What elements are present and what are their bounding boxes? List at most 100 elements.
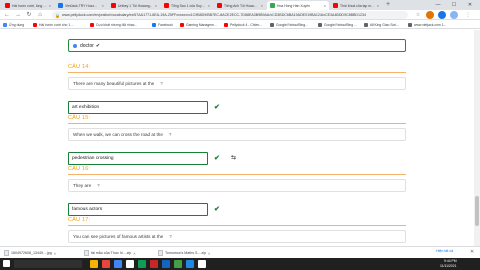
youtube-icon — [333, 3, 338, 8]
bookmark-item[interactable]: www.vietjack.com 1... — [408, 21, 446, 28]
minimize-button[interactable]: — — [430, 0, 446, 10]
star-icon[interactable]: ☆ — [414, 11, 422, 19]
youtube-icon — [33, 22, 37, 27]
bookmark-apps[interactable]: Ứng dụng — [3, 21, 24, 28]
bookmark-label: Google/Yahoo/Bing ... — [324, 22, 357, 27]
answer-input[interactable]: famous actors — [68, 203, 208, 216]
browser-tab-4[interactable]: Tổng Sao 1 của Suyagao... × — [161, 1, 213, 10]
tab-title: Unikey 1 Tôi Hoaang... — [118, 3, 153, 8]
bookmark-item[interactable]: Hài hước cười cho 1 ... — [33, 21, 74, 28]
taskbar-app-icon[interactable] — [102, 260, 110, 268]
page-icon — [364, 22, 368, 27]
bookmark-item[interactable]: Cựu khát nhưng đội nhạc... — [90, 21, 137, 28]
chevron-up-icon[interactable]: ˄ — [208, 251, 210, 256]
taskbar-app-icon[interactable] — [198, 260, 206, 268]
tab-close-icon[interactable]: × — [377, 3, 379, 8]
tab-title: Hài hước cười, lồng lộn... — [12, 3, 47, 8]
bookmark-item[interactable]: AKKing Giao Scri... — [364, 21, 399, 28]
tab-title: Tổng Sao 1 của Suyagao... — [171, 3, 206, 8]
bookmark-label: Gaming Managem... — [186, 22, 217, 27]
browser-tab-3[interactable]: Unikey 1 Tôi Hoaang... × — [108, 1, 160, 10]
question-mark: ? — [97, 183, 100, 188]
reload-button[interactable]: ↻ — [25, 11, 33, 19]
chevron-up-icon[interactable]: ˄ — [133, 251, 135, 256]
tray-date[interactable]: 11/11/2021 — [440, 264, 456, 269]
answer-input[interactable]: art exhibition — [68, 101, 208, 114]
taskbar-app-icon[interactable] — [126, 260, 134, 268]
lock-icon: 🔒 — [55, 12, 60, 18]
maximize-button[interactable]: ☐ — [446, 0, 462, 10]
home-button[interactable]: ⌂ — [36, 11, 44, 19]
tab-close-icon[interactable]: × — [155, 3, 157, 8]
taskbar-app-icon[interactable] — [162, 260, 170, 268]
tab-close-icon[interactable]: × — [324, 3, 326, 8]
back-button[interactable]: ← — [3, 11, 11, 19]
taskbar-app-icon[interactable] — [138, 260, 146, 268]
selected-answer-option[interactable]: doctor ✔ — [68, 39, 406, 52]
bookmark-item[interactable]: Gaming Managem... — [180, 21, 217, 28]
question-prompt: There are many beautiful pictures at the… — [68, 77, 406, 90]
browser-tab-active[interactable]: Hoa Hồng Hàn Xuyên × — [267, 1, 329, 10]
menu-icon[interactable]: ⋮ — [464, 11, 472, 19]
close-window-button[interactable]: ✕ — [462, 0, 478, 10]
quiz-page: doctor ✔ CÂU 14: There are many beautifu… — [0, 30, 480, 246]
page-icon — [408, 22, 412, 27]
question-mark: ? — [160, 81, 163, 86]
question-mark: ? — [168, 132, 172, 137]
new-tab-button[interactable]: + — [386, 1, 390, 9]
tab-close-icon[interactable]: × — [261, 3, 263, 8]
page-icon — [318, 22, 322, 27]
check-icon: ✔ — [214, 155, 220, 162]
file-icon — [4, 250, 9, 256]
question-number: CÂU 14: — [68, 64, 91, 70]
profile-avatar[interactable] — [450, 11, 458, 19]
prompt-text: When we walk, we can cross the road at t… — [73, 132, 163, 137]
scrollbar-thumb[interactable] — [475, 196, 479, 226]
chevron-up-icon[interactable]: ˄ — [54, 251, 56, 256]
youtube-icon — [5, 3, 10, 8]
show-all-downloads-link[interactable]: Hiện tất cả — [436, 249, 453, 253]
extension-icon[interactable] — [438, 11, 446, 19]
divider — [68, 174, 406, 175]
bookmark-item[interactable]: Pellyduck 4 - Chiền... — [224, 21, 262, 28]
apps-grid-icon — [3, 22, 7, 27]
extension-icon[interactable] — [426, 11, 434, 19]
download-name: tải mẫu của Thực hi....zip — [91, 251, 132, 255]
download-item[interactable]: 1604972608_13449....jpg ˄ — [4, 249, 56, 257]
taskbar-app-icon[interactable] — [174, 260, 182, 268]
check-icon: ✔ — [95, 42, 101, 49]
answer-input[interactable]: pedestrian crossing — [68, 152, 208, 165]
download-item[interactable]: tải mẫu của Thực hi....zip ˄ — [84, 249, 136, 257]
youtube-icon — [224, 22, 228, 27]
download-item[interactable]: Tomorrow's Maths S....zip ˄ — [158, 249, 210, 257]
download-name: Tomorrow's Maths S....zip — [165, 251, 207, 255]
close-downloads-icon[interactable]: ✕ — [470, 249, 474, 255]
taskbar-app-icon[interactable] — [90, 260, 98, 268]
tab-close-icon[interactable]: × — [102, 3, 104, 8]
bookmark-item[interactable]: Google/Yahoo/Bing... — [270, 21, 308, 28]
browser-tab-5[interactable]: Tiếng Anh Tôi Hoaang... × — [214, 1, 266, 10]
youtube-icon — [111, 3, 116, 8]
forward-button[interactable]: → — [14, 11, 22, 19]
bookmark-label: Pellyduck 4 - Chiền... — [230, 22, 263, 27]
taskbar-app-icon[interactable] — [114, 260, 122, 268]
bookmark-label: www.vietjack.com 1... — [414, 22, 447, 27]
bookmark-label: Facebook — [158, 22, 173, 27]
browser-tab-bar: Hài hước cười, lồng lộn... × VietJack.TR… — [0, 0, 480, 10]
browser-tab-1[interactable]: Hài hước cười, lồng lộn... × — [2, 1, 54, 10]
browser-tab-2[interactable]: VietJack.TRY Huzzmedia... × — [55, 1, 107, 10]
windows-start-icon[interactable] — [3, 260, 10, 267]
taskbar-app-icon[interactable] — [186, 260, 194, 268]
bookmark-item[interactable]: Facebook — [152, 21, 173, 28]
page-icon — [270, 22, 274, 27]
taskbar-search-box[interactable] — [14, 260, 82, 268]
browser-tab-7[interactable]: Thời khoá của tạp mệ... × — [330, 1, 382, 10]
divider — [68, 72, 406, 73]
question-prompt: When we walk, we can cross the road at t… — [68, 128, 406, 141]
bookmark-label: AKKing Giao Scri... — [370, 22, 400, 27]
tab-close-icon[interactable]: × — [49, 3, 51, 8]
tab-close-icon[interactable]: × — [208, 3, 210, 8]
bookmark-item[interactable]: Google/Yahoo/Bing ... — [318, 21, 357, 28]
taskbar-app-icon[interactable] — [150, 260, 158, 268]
address-bar[interactable]: 🔒 www.pellyduck.com/en/pratice/vocabular… — [52, 11, 408, 19]
